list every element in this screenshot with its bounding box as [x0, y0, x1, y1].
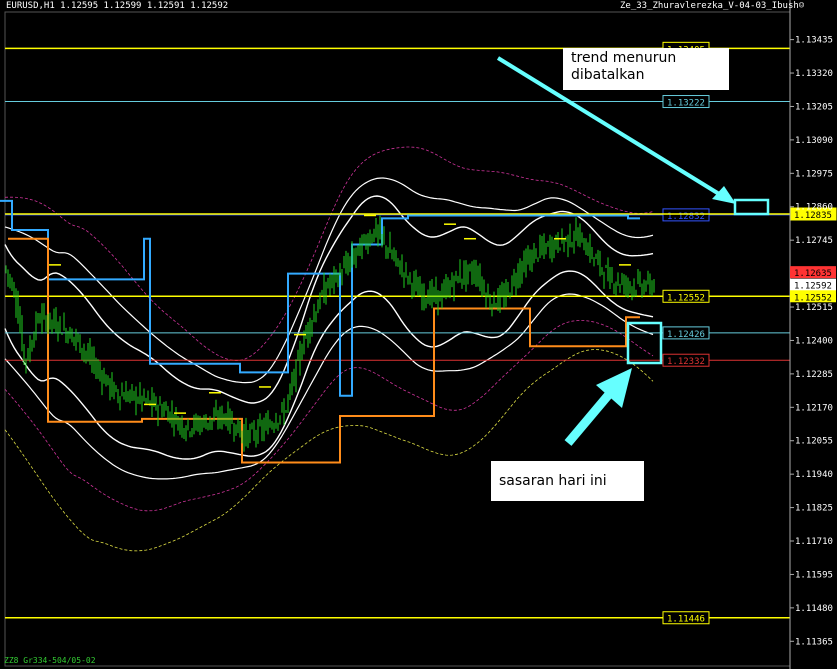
y-tick-label: 1.12055	[795, 437, 833, 447]
target-box-upper	[733, 198, 770, 216]
smiley-icon: ☺	[798, 1, 805, 11]
y-tick-label: 1.12515	[795, 303, 833, 313]
level-label: 1.11446	[667, 615, 705, 625]
y-tick-label: 1.11940	[795, 470, 833, 480]
level-label: 1.13222	[667, 99, 705, 109]
arrowhead-upper	[712, 186, 736, 204]
level-label: 1.12332	[667, 357, 705, 367]
y-tick-label: 1.12400	[795, 336, 833, 346]
axis-price-label: 1.12635	[794, 269, 832, 279]
level-label: 1.12552	[667, 293, 705, 303]
annotation-layer	[496, 56, 770, 446]
price-chart[interactable]: 1.134051.132221.128321.128351.125521.124…	[0, 0, 837, 669]
y-tick-label: 1.12170	[795, 403, 833, 413]
y-tick-label: 1.12860	[795, 203, 833, 213]
footer-text: ZZ8 Gr334-504/05-02	[4, 656, 96, 665]
axis-price-label: 1.12592	[794, 282, 832, 292]
y-tick-label: 1.13320	[795, 69, 833, 79]
y-tick-label: 1.11595	[795, 570, 833, 580]
y-tick-label: 1.11480	[795, 604, 833, 614]
y-tick-label: 1.11365	[795, 637, 833, 647]
target-note: sasaran hari ini	[491, 461, 644, 501]
band-line	[4, 270, 654, 460]
y-tick-label: 1.11710	[795, 537, 833, 547]
indicator-label: Ze_33_Zhuravlerezka_V-04-03_Ibush	[620, 1, 799, 11]
symbol-info: EURUSD,H1 1.12595 1.12599 1.12591 1.1259…	[6, 1, 229, 11]
y-tick-label: 1.12745	[795, 236, 833, 246]
trend-note: trend menurun dibatalkan	[563, 48, 729, 90]
target-box-lower	[626, 321, 663, 365]
level-label: 1.12426	[667, 330, 705, 340]
y-tick-label: 1.12975	[795, 169, 833, 179]
y-tick-label: 1.13205	[795, 102, 833, 112]
levels-layer: 1.134051.132221.128321.128351.125521.124…	[5, 41, 837, 625]
y-tick-label: 1.11825	[795, 504, 833, 514]
y-tick-label: 1.13090	[795, 136, 833, 146]
y-tick-label: 1.13435	[795, 36, 833, 46]
y-tick-label: 1.12285	[795, 370, 833, 380]
price-axis: 1.13435 1.13320 1.13205 1.13090 1.12975 1.128…	[789, 0, 836, 669]
indicator-name: Ze_33_Zhuravlerezka_V-04-03_Ibush☺	[620, 1, 804, 11]
axis-price-label: 1.12552	[794, 293, 832, 303]
